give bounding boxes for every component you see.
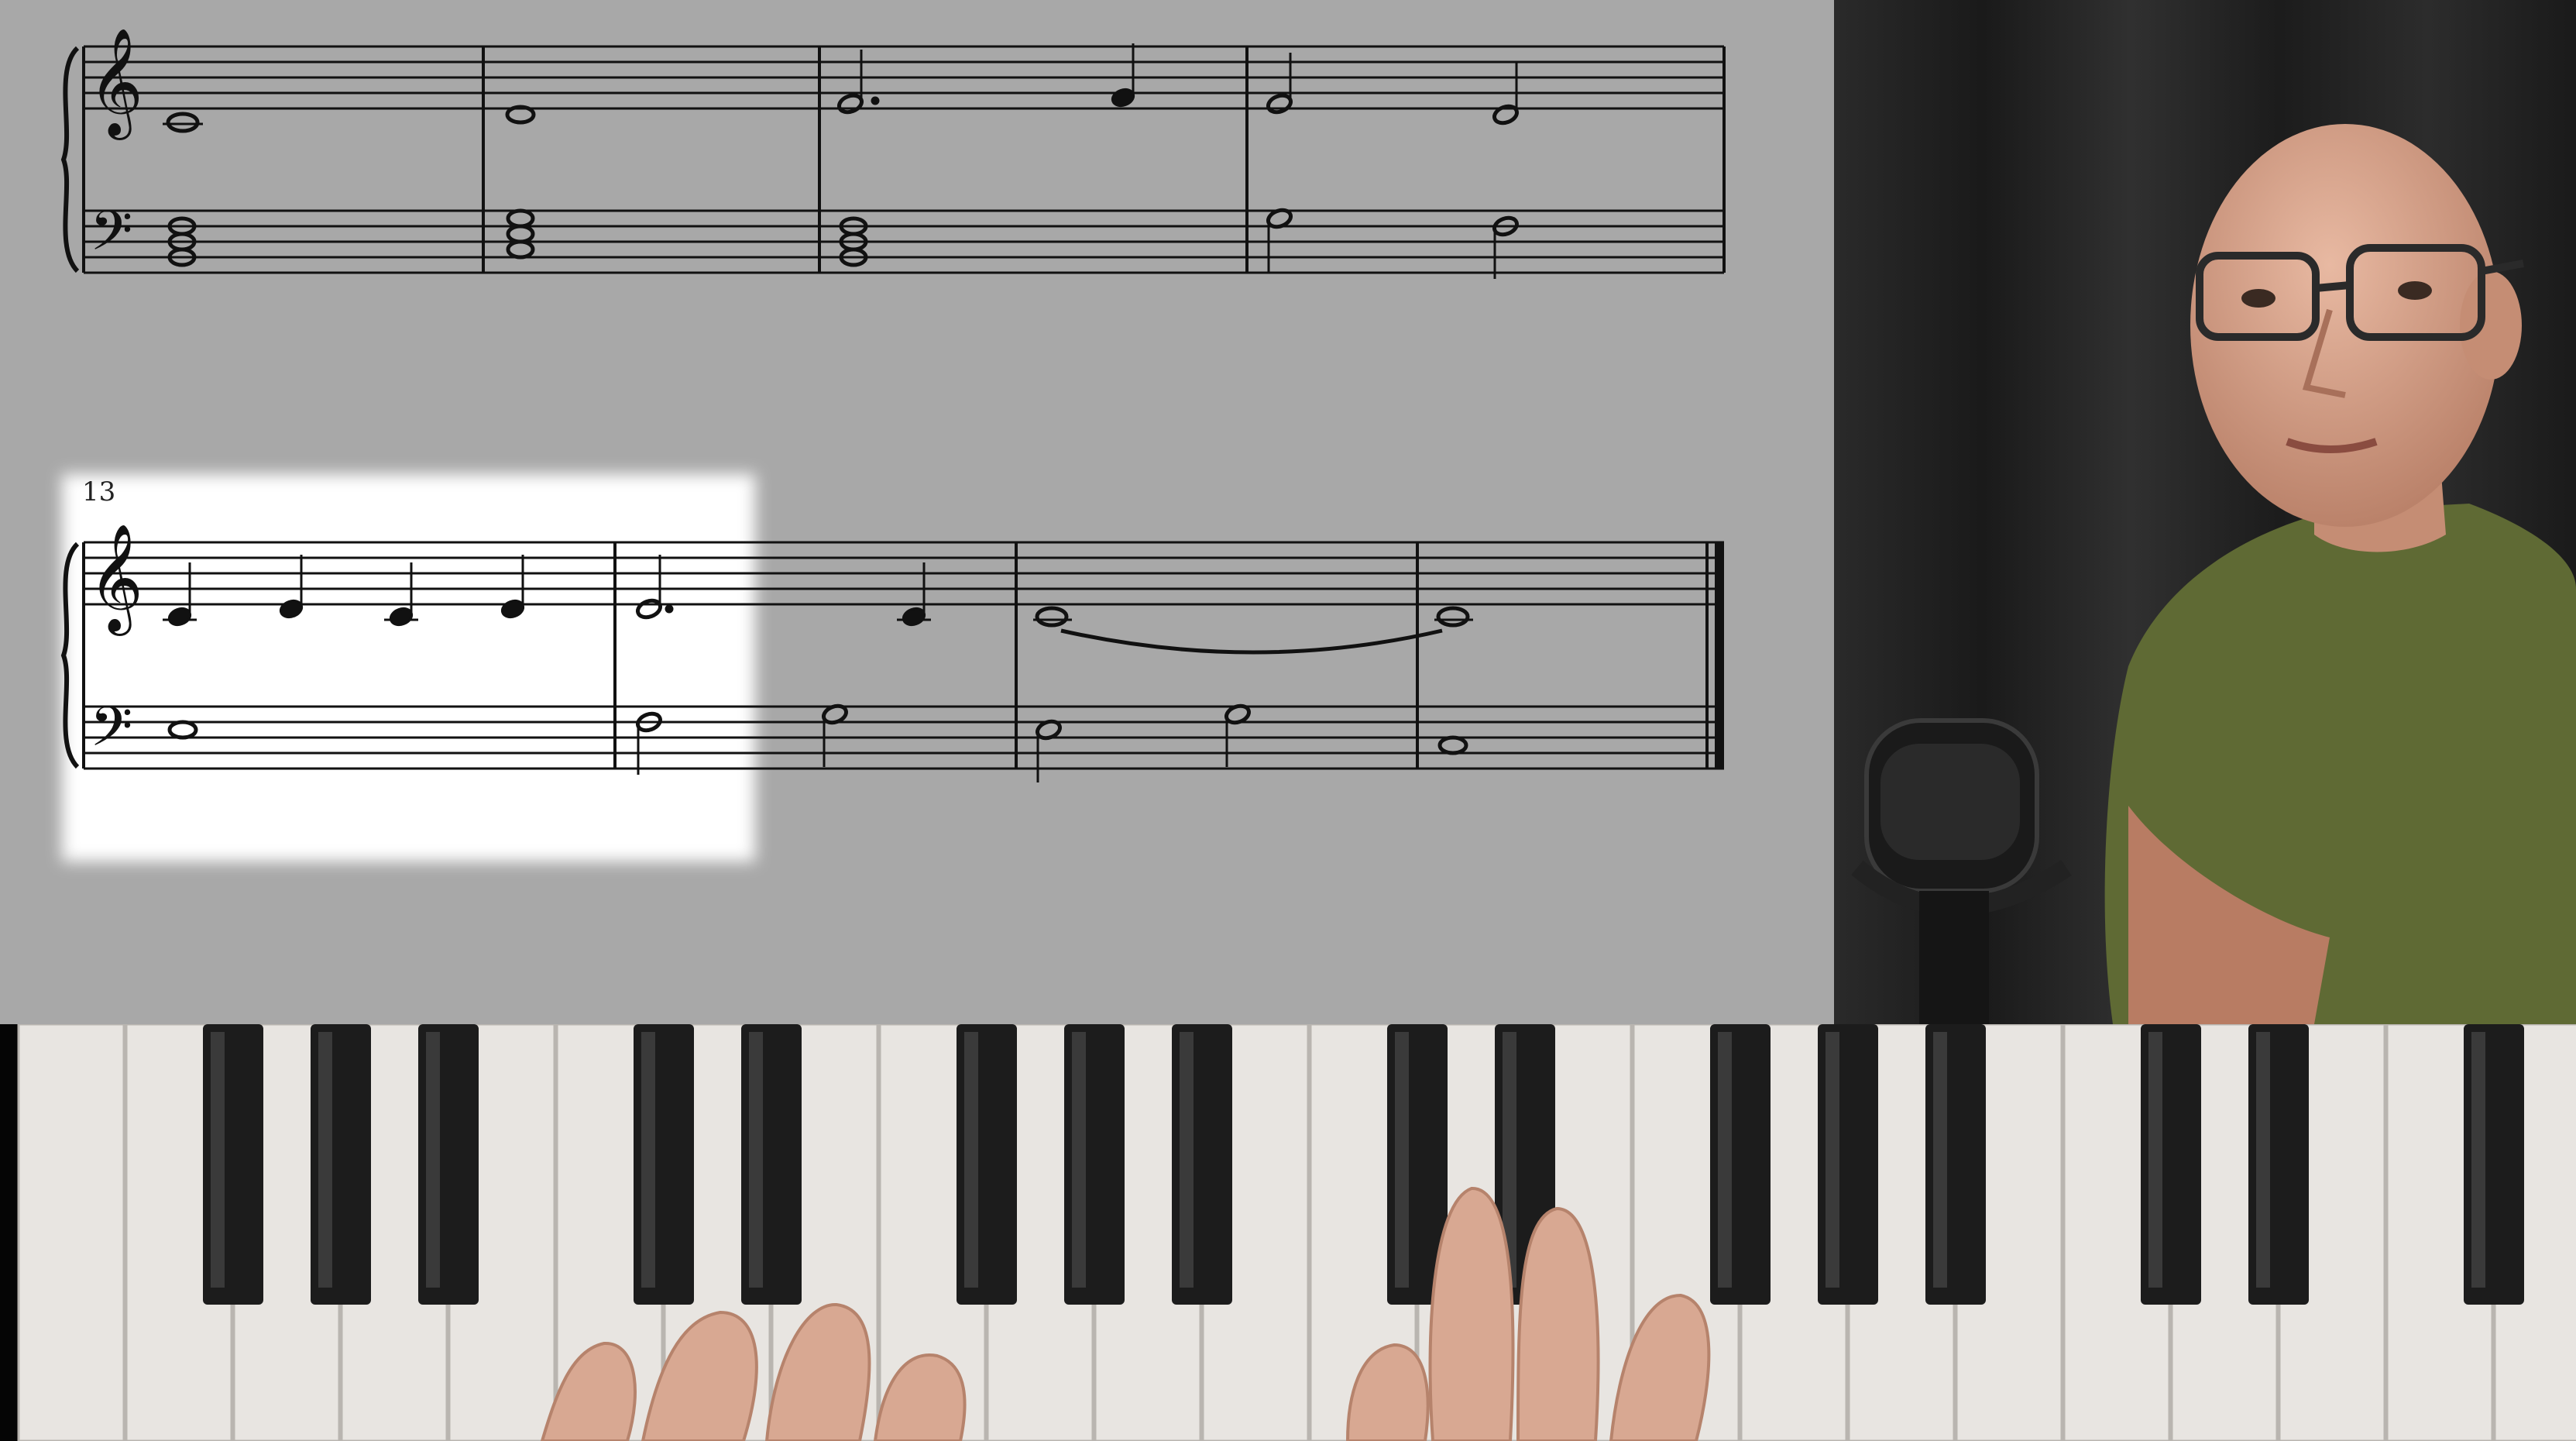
score-svg: 𝄞 𝄢 13 𝄞 𝄢 [60, 28, 1726, 862]
black-key-highlight [2256, 1032, 2270, 1288]
bass-staff-1 [84, 209, 1724, 274]
black-key-highlight [1718, 1032, 1732, 1288]
barlines-1 [82, 46, 1726, 273]
bass-clef-icon: 𝄢 [90, 199, 132, 277]
measure-number-13: 13 [82, 476, 115, 507]
black-key-highlight [426, 1032, 440, 1288]
system-1 [60, 45, 1726, 274]
black-key-highlight [2148, 1032, 2162, 1288]
black-key-highlight [964, 1032, 978, 1288]
black-key-highlight [1933, 1032, 1947, 1288]
presenter-eye-right [2398, 281, 2432, 300]
black-key-highlight [1395, 1032, 1409, 1288]
presenter-video [1834, 0, 2576, 1024]
treble-clef-icon: 𝄞 [88, 524, 143, 636]
brace-1 [60, 46, 80, 273]
treble-staff-1 [84, 45, 1724, 110]
notes-system-1 [163, 43, 1520, 279]
black-key-highlight [1180, 1032, 1194, 1288]
presenter-ear [2460, 271, 2522, 380]
keyboard-svg [0, 1024, 2576, 1441]
presenter-eye-left [2241, 289, 2275, 308]
presenter-head [2190, 124, 2500, 527]
piano-keyboard-video [0, 1024, 2576, 1441]
black-key-highlight [641, 1032, 655, 1288]
black-key-highlight [749, 1032, 763, 1288]
black-key-highlight [318, 1032, 332, 1288]
highlight-box [62, 474, 755, 862]
black-key-highlight [211, 1032, 225, 1288]
black-key-highlight [1072, 1032, 1086, 1288]
bass-clef-icon: 𝄢 [90, 695, 132, 772]
black-key-highlight [1826, 1032, 1839, 1288]
white-key [17, 1024, 125, 1441]
presenter-svg [1834, 0, 2576, 1024]
keyboard-left-edge [0, 1024, 19, 1441]
sheet-music-panel: 𝄞 𝄢 13 𝄞 𝄢 [0, 0, 1834, 1024]
black-key-highlight [2471, 1032, 2485, 1288]
treble-clef-icon: 𝄞 [88, 28, 143, 140]
